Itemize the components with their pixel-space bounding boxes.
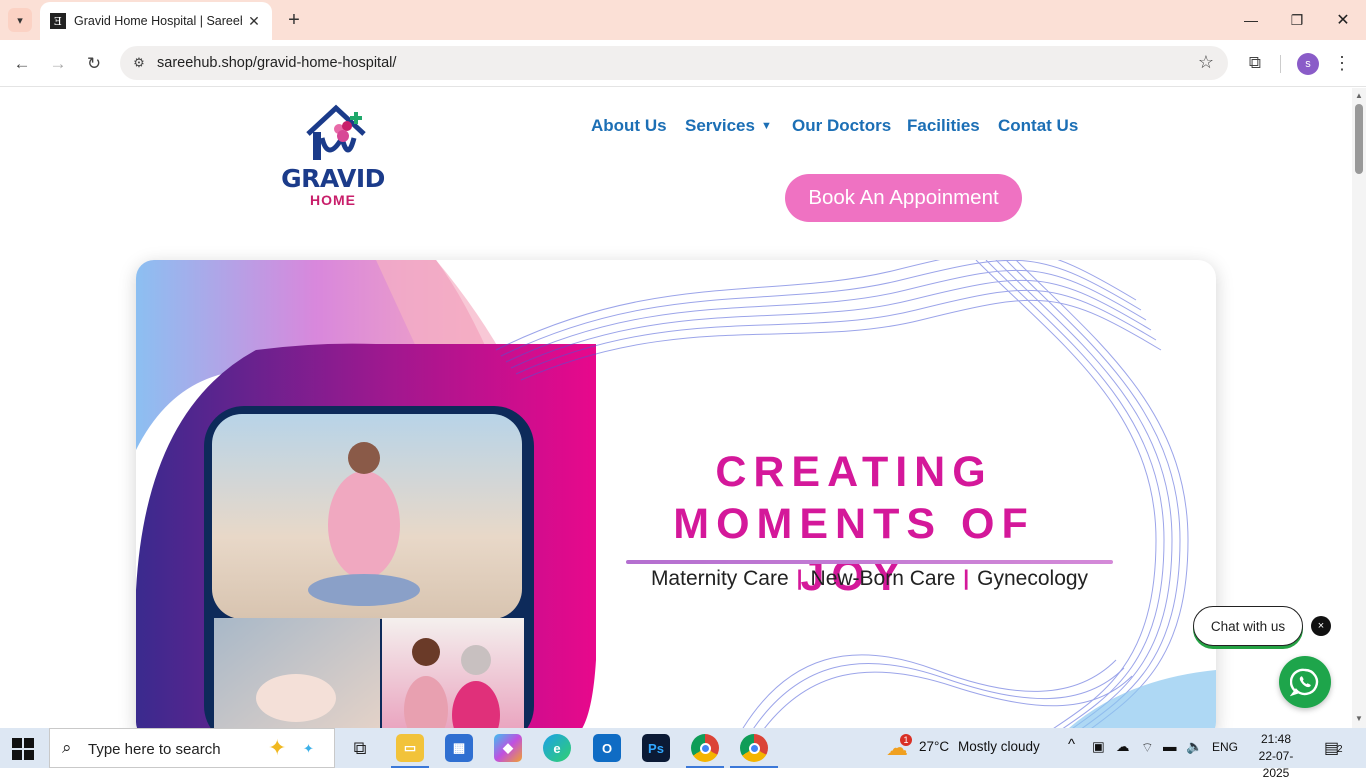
extensions-puzzle-icon[interactable]: ⧉ — [1244, 52, 1266, 74]
tab-title: Gravid Home Hospital | Sareehub — [74, 14, 242, 28]
hero-services-list: Maternity Care | New-Born Care | Gynecology — [626, 567, 1113, 591]
logo-wordmark: GRAVID — [281, 164, 385, 193]
webpage: GRAVID HOME About Us Services ▼ Our Docto… — [0, 88, 1352, 728]
chevron-down-icon: ▾ — [17, 14, 23, 27]
book-appointment-button[interactable]: Book An Appoinment — [785, 174, 1022, 222]
restore-window-icon[interactable]: ❐ — [1274, 6, 1320, 34]
nav-services[interactable]: Services ▼ — [685, 116, 772, 140]
close-icon[interactable]: × — [1311, 616, 1331, 636]
url-text[interactable]: sareehub.shop/gravid-home-hospital/ — [157, 55, 396, 71]
nav-services-label: Services — [685, 116, 755, 135]
taskbar-search-placeholder: Type here to search — [88, 741, 221, 758]
windows-start-icon[interactable] — [12, 738, 34, 760]
clock-date: 22-07-2025 — [1258, 749, 1294, 780]
back-arrow-icon[interactable]: ← — [8, 50, 36, 78]
outlook-icon[interactable]: O — [593, 734, 621, 762]
service-maternity-care: Maternity Care — [650, 567, 789, 590]
scroll-up-arrow-icon[interactable]: ▲ — [1354, 91, 1364, 101]
nav-contact-us[interactable]: Contat Us — [998, 116, 1078, 140]
chrome-icon[interactable] — [691, 734, 719, 762]
scroll-down-arrow-icon[interactable]: ▼ — [1354, 714, 1364, 724]
hero-banner: CREATING MOMENTS OF JOY Maternity Care | N… — [136, 260, 1216, 728]
chrome-profile-icon[interactable] — [740, 734, 768, 762]
toolbar-divider — [1280, 55, 1281, 73]
close-window-icon[interactable]: ✕ — [1320, 6, 1366, 34]
logo-house-icon — [306, 104, 366, 160]
page-scrollbar[interactable]: ▲ ▼ — [1352, 88, 1366, 728]
search-icon: ⌕ — [62, 738, 72, 757]
service-gynecology: Gynecology — [977, 567, 1089, 590]
copilot-icon[interactable]: ◆ — [494, 734, 522, 762]
scrollbar-thumb[interactable] — [1355, 104, 1363, 174]
hero-title-line1: CREATING — [715, 448, 993, 496]
notification-count: 2 — [1337, 744, 1343, 755]
battery-icon[interactable]: ▬ — [1163, 739, 1177, 754]
reload-icon[interactable]: ↻ — [80, 50, 108, 78]
windows-taskbar: ⌕ Type here to search ✦ ✦ ⧉ ▭ ▦ ◆ e O Ps… — [0, 728, 1366, 780]
microsoft-store-icon[interactable]: ▦ — [445, 734, 473, 762]
wifi-icon[interactable]: ⌔ — [1141, 739, 1154, 756]
notification-center-icon[interactable]: ▤ 2 — [1324, 738, 1346, 758]
browser-toolbar: ← → ↻ ⚙ sareehub.shop/gravid-home-hospit… — [0, 40, 1366, 87]
weather-condition[interactable]: Mostly cloudy — [958, 739, 1040, 754]
profile-avatar[interactable]: s — [1297, 53, 1319, 75]
browser-tab-active[interactable]: Ǝ Gravid Home Hospital | Sareehub ✕ — [40, 2, 272, 40]
tab-search-button[interactable]: ▾ — [8, 8, 32, 32]
logo-subtitle: HOME — [310, 192, 356, 208]
minimize-icon[interactable]: — — [1228, 6, 1274, 34]
weather-alert-badge: 1 — [900, 734, 912, 746]
hero-divider — [626, 560, 1113, 564]
cloud-sync-icon[interactable]: ☁ — [1116, 739, 1130, 755]
whatsapp-icon — [1290, 668, 1319, 697]
input-language[interactable]: ENG — [1212, 740, 1238, 754]
chat-with-us-bubble[interactable]: Chat with us — [1193, 606, 1303, 646]
weather-temperature[interactable]: 27°C — [919, 739, 949, 754]
close-tab-icon[interactable]: ✕ — [246, 13, 262, 29]
service-separator: | — [796, 567, 803, 590]
service-separator: | — [963, 567, 970, 590]
taskbar-search-box[interactable]: ⌕ Type here to search ✦ ✦ — [49, 728, 335, 768]
nav-facilities[interactable]: Facilities — [907, 116, 980, 140]
search-highlight-sparkle-icon: ✦ — [303, 741, 314, 756]
edge-browser-icon[interactable]: e — [543, 734, 571, 762]
task-view-icon[interactable]: ⧉ — [346, 734, 374, 762]
bookmark-star-icon[interactable]: ☆ — [1198, 52, 1214, 73]
site-logo[interactable]: GRAVID HOME — [278, 104, 388, 208]
browser-tab-strip: ▾ Ǝ Gravid Home Hospital | Sareehub ✕ + … — [0, 0, 1366, 40]
nav-our-doctors[interactable]: Our Doctors — [792, 116, 891, 140]
nav-about-us[interactable]: About Us — [591, 116, 667, 140]
service-newborn-care: New-Born Care — [810, 567, 956, 590]
forward-arrow-icon[interactable]: → — [44, 50, 72, 78]
site-favicon-icon: Ǝ — [50, 13, 66, 29]
search-highlight-sparkle-icon: ✦ — [268, 735, 287, 760]
volume-icon[interactable]: 🔈 — [1186, 739, 1203, 755]
show-hidden-icons-chevron-up-icon[interactable]: ^ — [1068, 736, 1075, 753]
photoshop-icon[interactable]: Ps — [642, 734, 670, 762]
meet-now-icon[interactable]: ▣ — [1092, 739, 1105, 755]
taskbar-clock[interactable]: 21:48 22-07-2025 — [1248, 731, 1304, 782]
file-explorer-icon[interactable]: ▭ — [396, 734, 424, 762]
chevron-down-icon: ▼ — [760, 120, 772, 132]
more-menu-icon[interactable]: ⋮ — [1332, 52, 1352, 74]
clock-time: 21:48 — [1260, 732, 1292, 746]
new-tab-button[interactable]: + — [282, 8, 306, 32]
address-bar[interactable]: ⚙ sareehub.shop/gravid-home-hospital/ ☆ — [120, 46, 1228, 80]
whatsapp-button[interactable] — [1279, 656, 1331, 708]
site-settings-icon[interactable]: ⚙ — [130, 54, 148, 72]
